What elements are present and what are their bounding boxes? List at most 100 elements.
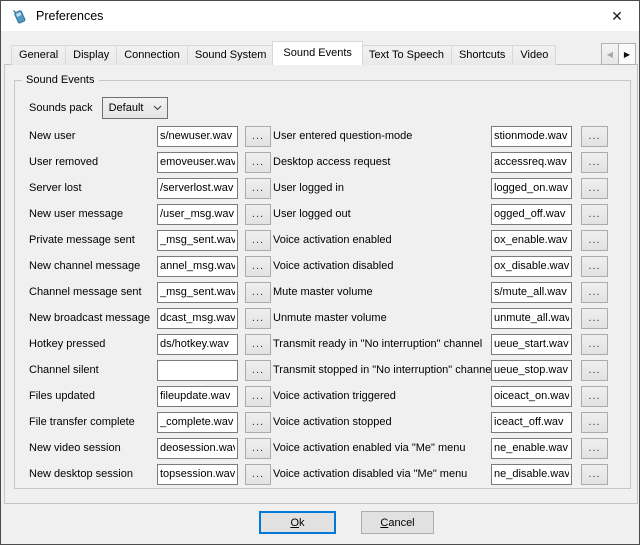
sound-file-input[interactable] bbox=[157, 282, 238, 303]
cancel-button[interactable]: Cancel bbox=[361, 511, 434, 534]
browse-button[interactable]: ... bbox=[245, 412, 271, 433]
sound-event-row: Channel silent... bbox=[29, 357, 271, 383]
sound-event-row: Voice activation enabled via "Me" menu..… bbox=[273, 435, 608, 461]
sound-event-label: Voice activation disabled via "Me" menu bbox=[273, 468, 491, 480]
tab-scroll-left-icon[interactable]: ◀ bbox=[601, 43, 619, 65]
sound-file-input[interactable] bbox=[157, 360, 238, 381]
browse-button[interactable]: ... bbox=[581, 126, 608, 147]
sound-file-input[interactable] bbox=[491, 256, 572, 277]
tab-video[interactable]: Video bbox=[512, 45, 556, 65]
sound-file-input[interactable] bbox=[157, 464, 238, 485]
browse-button[interactable]: ... bbox=[245, 152, 271, 173]
browse-button[interactable]: ... bbox=[581, 360, 608, 381]
sound-event-row: New user message... bbox=[29, 201, 271, 227]
browse-button[interactable]: ... bbox=[245, 438, 271, 459]
sound-event-label: Unmute master volume bbox=[273, 312, 491, 324]
sound-event-label: Voice activation enabled bbox=[273, 234, 491, 246]
browse-button[interactable]: ... bbox=[581, 256, 608, 277]
tab-scroll-right-icon[interactable]: ▶ bbox=[618, 43, 636, 65]
title-bar: Preferences ✕ bbox=[1, 1, 639, 31]
sound-file-input[interactable] bbox=[157, 386, 238, 407]
browse-button[interactable]: ... bbox=[245, 126, 271, 147]
tab-bar: GeneralDisplayConnectionSound SystemSoun… bbox=[11, 41, 636, 65]
sound-file-input[interactable] bbox=[157, 230, 238, 251]
sounds-pack-select[interactable]: Default bbox=[102, 97, 168, 119]
groupbox-title: Sound Events bbox=[22, 73, 99, 88]
sound-event-label: Mute master volume bbox=[273, 286, 491, 298]
sound-event-label: New desktop session bbox=[29, 468, 157, 480]
sound-file-input[interactable] bbox=[491, 308, 572, 329]
sound-file-input[interactable] bbox=[157, 204, 238, 225]
tab-sound-system[interactable]: Sound System bbox=[187, 45, 275, 65]
sound-event-label: Voice activation stopped bbox=[273, 416, 491, 428]
ok-button[interactable]: Ok bbox=[259, 511, 336, 534]
sound-file-input[interactable] bbox=[491, 386, 572, 407]
tab-shortcuts[interactable]: Shortcuts bbox=[451, 45, 513, 65]
sound-file-input[interactable] bbox=[491, 412, 572, 433]
browse-button[interactable]: ... bbox=[581, 152, 608, 173]
sound-event-label: Private message sent bbox=[29, 234, 157, 246]
sound-file-input[interactable] bbox=[157, 126, 238, 147]
sound-file-input[interactable] bbox=[491, 204, 572, 225]
sound-file-input[interactable] bbox=[491, 230, 572, 251]
sounds-pack-value: Default bbox=[109, 102, 144, 114]
browse-button[interactable]: ... bbox=[581, 230, 608, 251]
sounds-pack-row: Sounds pack Default bbox=[29, 97, 168, 119]
browse-button[interactable]: ... bbox=[245, 256, 271, 277]
browse-button[interactable]: ... bbox=[581, 282, 608, 303]
sound-file-input[interactable] bbox=[157, 256, 238, 277]
sound-file-input[interactable] bbox=[491, 152, 572, 173]
browse-button[interactable]: ... bbox=[581, 412, 608, 433]
sound-event-row: Files updated... bbox=[29, 383, 271, 409]
tab-connection[interactable]: Connection bbox=[116, 45, 188, 65]
sound-file-input[interactable] bbox=[157, 412, 238, 433]
browse-button[interactable]: ... bbox=[245, 308, 271, 329]
close-icon[interactable]: ✕ bbox=[604, 6, 630, 27]
browse-button[interactable]: ... bbox=[581, 308, 608, 329]
window-title: Preferences bbox=[36, 9, 103, 23]
sound-event-row: Desktop access request... bbox=[273, 149, 608, 175]
sound-events-column-right: User entered question-mode...Desktop acc… bbox=[273, 123, 608, 487]
sound-file-input[interactable] bbox=[157, 152, 238, 173]
browse-button[interactable]: ... bbox=[245, 464, 271, 485]
tab-page-sound-events: Sound Events Sounds pack Default New use… bbox=[4, 64, 638, 504]
browse-button[interactable]: ... bbox=[245, 204, 271, 225]
browse-button[interactable]: ... bbox=[245, 386, 271, 407]
sound-events-groupbox: Sound Events Sounds pack Default New use… bbox=[14, 80, 631, 489]
browse-button[interactable]: ... bbox=[245, 230, 271, 251]
sound-file-input[interactable] bbox=[491, 438, 572, 459]
sound-file-input[interactable] bbox=[491, 360, 572, 381]
sound-event-row: Voice activation disabled via "Me" menu.… bbox=[273, 461, 608, 487]
sound-file-input[interactable] bbox=[491, 464, 572, 485]
browse-button[interactable]: ... bbox=[581, 386, 608, 407]
sound-event-label: Files updated bbox=[29, 390, 157, 402]
browse-button[interactable]: ... bbox=[581, 438, 608, 459]
sound-file-input[interactable] bbox=[491, 178, 572, 199]
sound-event-label: Voice activation disabled bbox=[273, 260, 491, 272]
sound-file-input[interactable] bbox=[491, 126, 572, 147]
browse-button[interactable]: ... bbox=[245, 334, 271, 355]
cancel-button-label: Cancel bbox=[362, 517, 433, 529]
tab-sound-events[interactable]: Sound Events bbox=[272, 41, 363, 65]
sound-event-row: Private message sent... bbox=[29, 227, 271, 253]
tab-display[interactable]: Display bbox=[65, 45, 117, 65]
sound-file-input[interactable] bbox=[491, 282, 572, 303]
sound-file-input[interactable] bbox=[157, 334, 238, 355]
tab-text-to-speech[interactable]: Text To Speech bbox=[361, 45, 452, 65]
browse-button[interactable]: ... bbox=[245, 282, 271, 303]
browse-button[interactable]: ... bbox=[581, 464, 608, 485]
sound-file-input[interactable] bbox=[157, 308, 238, 329]
browse-button[interactable]: ... bbox=[245, 178, 271, 199]
sound-file-input[interactable] bbox=[157, 178, 238, 199]
browse-button[interactable]: ... bbox=[581, 334, 608, 355]
sound-event-row: Transmit stopped in "No interruption" ch… bbox=[273, 357, 608, 383]
tab-general[interactable]: General bbox=[11, 45, 66, 65]
sounds-pack-label: Sounds pack bbox=[29, 102, 93, 114]
sound-file-input[interactable] bbox=[491, 334, 572, 355]
browse-button[interactable]: ... bbox=[581, 178, 608, 199]
sound-file-input[interactable] bbox=[157, 438, 238, 459]
browse-button[interactable]: ... bbox=[581, 204, 608, 225]
browse-button[interactable]: ... bbox=[245, 360, 271, 381]
sound-event-label: Channel message sent bbox=[29, 286, 157, 298]
sound-event-label: Voice activation enabled via "Me" menu bbox=[273, 442, 491, 454]
